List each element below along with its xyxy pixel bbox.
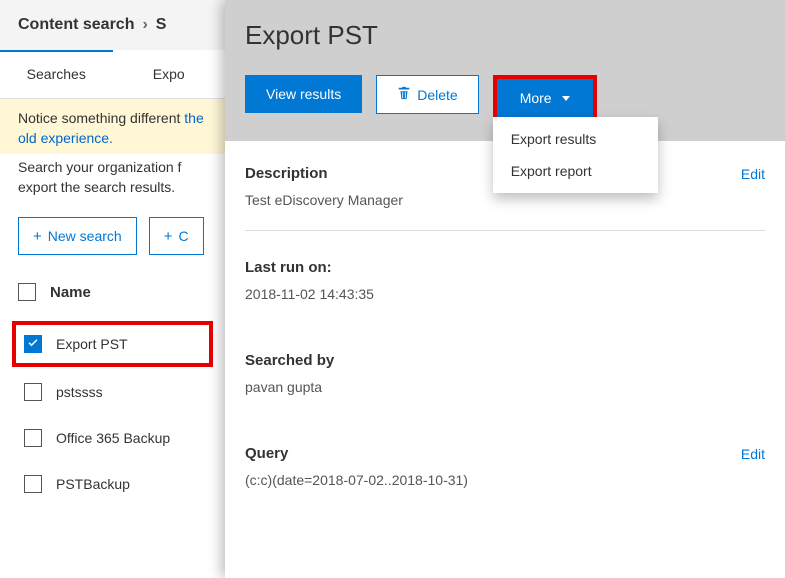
row-name: pstssss (56, 384, 103, 400)
column-header-row: Name (0, 277, 225, 319)
lastrun-label: Last run on: (245, 259, 332, 276)
delete-label: Delete (417, 87, 457, 103)
flyout-panel: Export PST View results Delete More Expo… (225, 0, 785, 578)
more-menu: Export results Export report (493, 117, 658, 193)
more-button[interactable]: More (497, 79, 593, 117)
tabs: Searches Expo (0, 50, 225, 99)
action-bar: View results Delete More Export results … (225, 75, 785, 141)
notice-text: Notice something different (18, 110, 180, 126)
row-name: Office 365 Backup (56, 430, 170, 446)
table-row[interactable]: PSTBackup (0, 461, 225, 507)
query-value: (c:c)(date=2018-07-02..2018-10-31) (245, 472, 765, 488)
notice-banner: Notice something different the old exper… (0, 99, 225, 154)
column-header-name: Name (50, 284, 91, 301)
menu-export-report[interactable]: Export report (493, 155, 658, 187)
edit-query-link[interactable]: Edit (741, 446, 765, 462)
description-label: Description (245, 165, 328, 182)
query-label: Query (245, 445, 288, 462)
description-value: Test eDiscovery Manager (245, 192, 765, 208)
intro-text: Search your organization f export the se… (0, 158, 225, 209)
panel-title: Export PST (225, 0, 785, 75)
searchedby-label: Searched by (245, 352, 334, 369)
row-checkbox[interactable] (24, 475, 42, 493)
chevron-down-icon (562, 96, 570, 101)
delete-button[interactable]: Delete (376, 75, 478, 114)
new-search-label: New search (48, 228, 122, 244)
lastrun-value: 2018-11-02 14:43:35 (245, 286, 765, 302)
row-checkbox[interactable] (24, 429, 42, 447)
secondary-button-label: C (178, 228, 188, 244)
row-checkbox[interactable] (24, 383, 42, 401)
row-name: PSTBackup (56, 476, 130, 492)
row-checkbox[interactable] (24, 335, 42, 353)
edit-description-link[interactable]: Edit (741, 166, 765, 182)
trash-icon (397, 86, 411, 103)
more-label: More (520, 90, 552, 106)
menu-export-results[interactable]: Export results (493, 123, 658, 155)
breadcrumb-tail: S (156, 16, 167, 34)
view-results-button[interactable]: View results (245, 75, 362, 113)
breadcrumb: Content search › S (0, 0, 225, 50)
plus-icon: + (33, 229, 42, 244)
new-search-button[interactable]: + New search (18, 217, 137, 255)
breadcrumb-root[interactable]: Content search (18, 16, 134, 34)
table-row[interactable]: Export PST (14, 323, 211, 365)
table-row[interactable]: Office 365 Backup (0, 415, 225, 461)
searchedby-value: pavan gupta (245, 379, 765, 395)
tab-exports[interactable]: Expo (113, 50, 226, 98)
chevron-right-icon: › (142, 16, 147, 34)
secondary-button[interactable]: + C (149, 217, 204, 255)
select-all-checkbox[interactable] (18, 283, 36, 301)
table-row[interactable]: pstssss (0, 369, 225, 415)
tab-searches[interactable]: Searches (0, 50, 113, 98)
plus-icon: + (164, 229, 173, 244)
row-name: Export PST (56, 336, 128, 352)
